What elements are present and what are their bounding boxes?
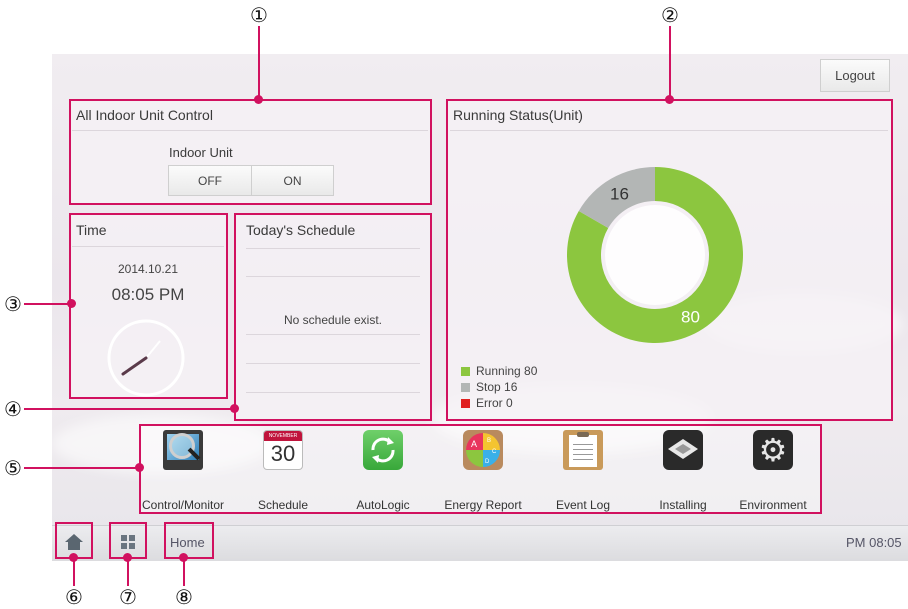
callout-1: ① (250, 3, 268, 27)
leader-line (24, 467, 140, 469)
leader-dot (254, 95, 263, 104)
leader-line (258, 26, 260, 100)
leader-line (24, 408, 234, 410)
leader-line (24, 303, 72, 305)
logout-button[interactable]: Logout (820, 59, 890, 92)
leader-dot (230, 404, 239, 413)
leader-line (183, 558, 185, 586)
callout-box-5 (139, 424, 822, 514)
callout-4: ④ (4, 397, 22, 421)
callout-box-4 (234, 213, 432, 421)
callout-box-2 (446, 99, 893, 421)
callout-box-8 (164, 522, 214, 559)
leader-dot (69, 553, 78, 562)
leader-dot (665, 95, 674, 104)
callout-box-1 (69, 99, 432, 205)
leader-dot (123, 553, 132, 562)
callout-8: ⑧ (175, 585, 193, 609)
leader-dot (135, 463, 144, 472)
callout-2: ② (661, 3, 679, 27)
callout-5: ⑤ (4, 456, 22, 480)
callout-6: ⑥ (65, 585, 83, 609)
callout-box-3 (69, 213, 228, 399)
leader-line (127, 558, 129, 586)
leader-dot (67, 299, 76, 308)
callout-3: ③ (4, 292, 22, 316)
leader-line (669, 26, 671, 100)
leader-dot (179, 553, 188, 562)
leader-line (73, 558, 75, 586)
callout-7: ⑦ (119, 585, 137, 609)
status-clock: PM 08:05 (846, 535, 902, 550)
